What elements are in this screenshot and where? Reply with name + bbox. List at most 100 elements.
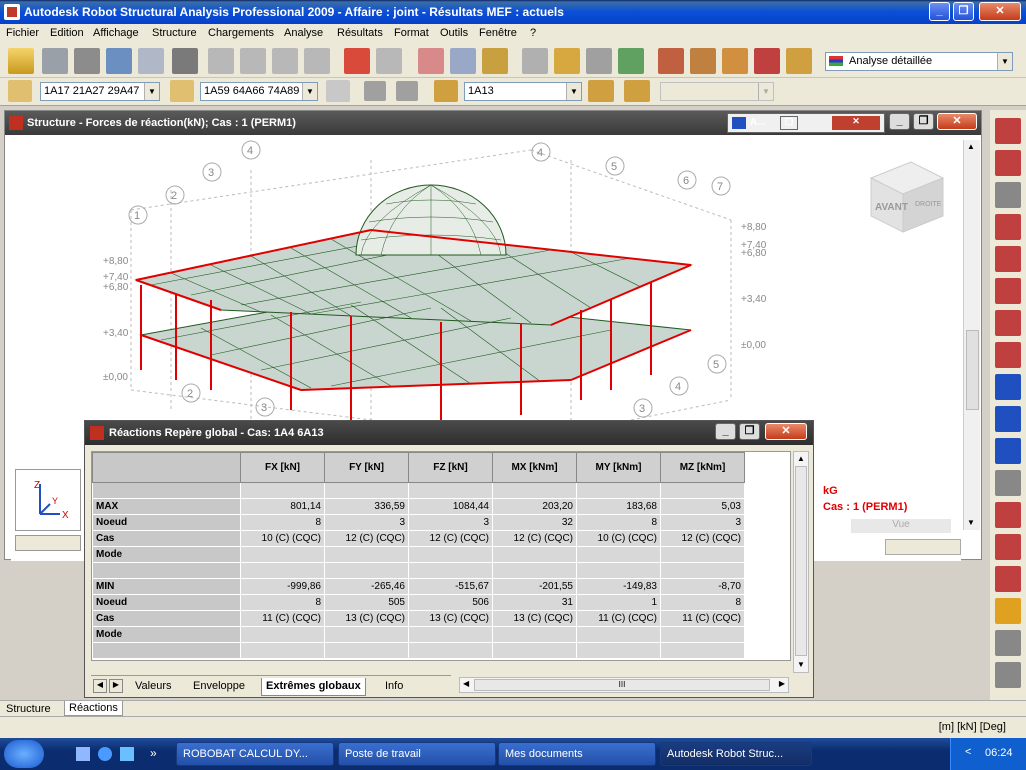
table-cell[interactable] <box>492 546 577 563</box>
table-row[interactable] <box>92 562 745 579</box>
table-cell[interactable]: -8,70 <box>660 578 745 595</box>
tab-info[interactable]: Info <box>381 678 407 696</box>
tab-enveloppe[interactable]: Enveloppe <box>189 678 249 696</box>
selection-help-icon[interactable] <box>326 80 350 102</box>
menu-resultats[interactable]: Résultats <box>337 27 383 39</box>
table-cell[interactable] <box>240 562 325 579</box>
tab-prev-icon[interactable]: ◀ <box>93 679 107 693</box>
copy-icon[interactable] <box>272 48 298 74</box>
menu-format[interactable]: Format <box>394 27 429 39</box>
table-row[interactable]: Mode <box>92 626 745 643</box>
menu-analyse[interactable]: Analyse <box>284 27 323 39</box>
table-cell[interactable]: 13 (C) (CQC) <box>408 610 493 627</box>
table-cell[interactable] <box>240 642 325 659</box>
cube-tool-icon[interactable] <box>722 48 748 74</box>
dialog-vertical-scrollbar[interactable]: ▲ ▼ <box>793 451 809 673</box>
bar-select-icon[interactable] <box>170 80 194 102</box>
bar-tool-icon[interactable] <box>995 214 1021 240</box>
table-cell[interactable]: 8 <box>576 514 661 531</box>
menu-edition[interactable]: Edition <box>50 27 84 39</box>
table-cell[interactable] <box>408 482 493 499</box>
menu-chargements[interactable]: Chargements <box>208 27 274 39</box>
tray-chevron-icon[interactable]: < <box>965 746 971 758</box>
table-cell[interactable]: 8 <box>660 594 745 611</box>
table-cell[interactable] <box>240 546 325 563</box>
table-cell[interactable]: 12 (C) (CQC) <box>492 530 577 547</box>
scroll-up-icon[interactable]: ▲ <box>797 454 805 463</box>
table-cell[interactable]: 11 (C) (CQC) <box>660 610 745 627</box>
table-row[interactable]: Noeud 8 505 506 31 1 8 <box>92 594 745 611</box>
taskbar-item-documents[interactable]: Mes documents <box>498 742 656 766</box>
table-cell[interactable]: 3 <box>660 514 745 531</box>
analysis-mode-select[interactable]: Analyse détaillée ▼ <box>825 52 1013 71</box>
section-tool-icon[interactable] <box>995 566 1021 592</box>
menu-outils[interactable]: Outils <box>440 27 468 39</box>
chevron-down-icon[interactable]: ▼ <box>302 83 317 100</box>
load-diagram-icon[interactable] <box>995 406 1021 432</box>
menu-structure[interactable]: Structure <box>152 27 197 39</box>
measure-icon[interactable] <box>786 48 812 74</box>
menu-fenetre[interactable]: Fenêtre <box>479 27 517 39</box>
open-folder-icon[interactable] <box>8 48 34 74</box>
column-header[interactable]: FZ [kN] <box>408 452 493 483</box>
minimize-button[interactable]: _ <box>929 2 950 21</box>
table-cell[interactable] <box>324 482 409 499</box>
table-cell[interactable]: 11 (C) (CQC) <box>576 610 661 627</box>
delete-icon[interactable] <box>208 48 234 74</box>
table-cell[interactable] <box>492 482 577 499</box>
table-cell[interactable] <box>576 482 661 499</box>
table-cell[interactable]: 506 <box>408 594 493 611</box>
table-cell[interactable] <box>492 562 577 579</box>
table-cell[interactable]: 10 (C) (CQC) <box>576 530 661 547</box>
taskbar-item-poste[interactable]: Poste de travail <box>338 742 496 766</box>
release-tool-icon[interactable] <box>995 310 1021 336</box>
hatch-tool-icon[interactable] <box>690 48 716 74</box>
panel-tool-icon[interactable] <box>995 246 1021 272</box>
grey-tool-icon[interactable] <box>396 81 418 101</box>
table-cell[interactable]: -999,86 <box>240 578 325 595</box>
scroll-left-icon[interactable]: ◀ <box>463 679 469 688</box>
table-cell[interactable]: 8 <box>240 594 325 611</box>
close-button[interactable]: ✕ <box>979 2 1021 21</box>
menu-fichier[interactable]: Fichier <box>6 27 39 39</box>
grid-tool-icon[interactable] <box>995 182 1021 208</box>
table-cell[interactable]: 1084,44 <box>408 498 493 515</box>
table-cell[interactable] <box>576 626 661 643</box>
calculator-icon[interactable] <box>418 48 444 74</box>
mini-window[interactable]: A... ❐ ✕ <box>727 113 885 133</box>
table-cell[interactable]: 5,03 <box>660 498 745 515</box>
chevron-down-icon[interactable]: ▼ <box>566 83 581 100</box>
print-preview-icon[interactable] <box>138 48 164 74</box>
table-cell[interactable] <box>660 642 745 659</box>
table-cell[interactable] <box>324 642 409 659</box>
table-row[interactable]: MIN -999,86 -265,46 -515,67 -201,55 -149,83 -8… <box>92 578 745 595</box>
view-cube[interactable]: AVANT DROITE <box>869 161 945 233</box>
table-cell[interactable]: 3 <box>324 514 409 531</box>
table-cell[interactable] <box>660 626 745 643</box>
table-cell[interactable] <box>576 562 661 579</box>
struct-close-button[interactable]: ✕ <box>937 113 977 130</box>
cut-icon[interactable] <box>240 48 266 74</box>
table-row[interactable]: Noeud 8 3 3 32 8 3 <box>92 514 745 531</box>
table-cell[interactable]: 1 <box>576 594 661 611</box>
table-cell[interactable]: 11 (C) (CQC) <box>240 610 325 627</box>
table-row[interactable]: Mode <box>92 546 745 563</box>
table-cell[interactable] <box>492 626 577 643</box>
chevron-down-icon[interactable]: ▼ <box>997 53 1012 70</box>
dialog-close-button[interactable]: ✕ <box>765 423 807 440</box>
bars-combo[interactable]: 1A59 64A66 74A89 ▼ <box>200 82 318 101</box>
extrude-tool-icon[interactable] <box>995 630 1021 656</box>
load-tool-icon[interactable] <box>658 48 684 74</box>
table-cell[interactable] <box>324 562 409 579</box>
scroll-thumb[interactable] <box>795 466 807 656</box>
nodes-combo[interactable]: 1A17 21A27 29A47 ▼ <box>40 82 160 101</box>
tab-valeurs[interactable]: Valeurs <box>131 678 175 696</box>
table-cell[interactable] <box>240 482 325 499</box>
wrench-icon[interactable] <box>754 48 780 74</box>
cases-combo[interactable]: 1A13 ▼ <box>464 82 582 101</box>
tab-structure[interactable]: Structure <box>2 702 55 716</box>
node-select-icon[interactable] <box>8 80 32 102</box>
table-cell[interactable]: -265,46 <box>324 578 409 595</box>
scroll-down-icon[interactable]: ▼ <box>967 518 975 527</box>
column-header[interactable]: FX [kN] <box>240 452 325 483</box>
